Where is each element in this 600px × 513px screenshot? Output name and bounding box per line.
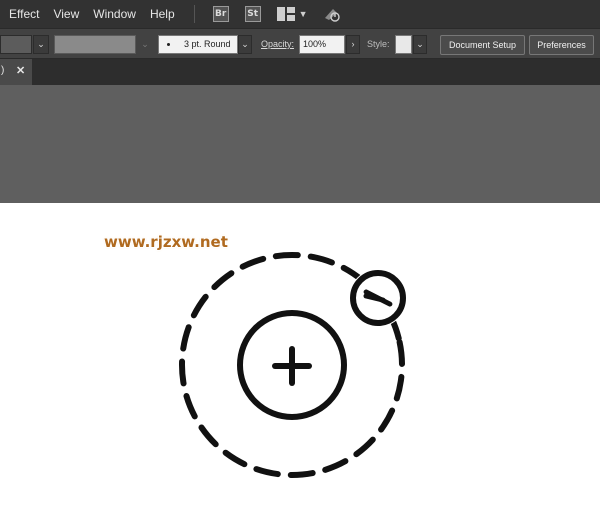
menu-view[interactable]: View bbox=[46, 0, 86, 28]
arrange-documents-icon[interactable] bbox=[276, 7, 295, 21]
pasteboard[interactable] bbox=[0, 85, 600, 203]
sync-icon[interactable] bbox=[322, 6, 340, 22]
style-dropdown[interactable]: ⌄ bbox=[413, 35, 427, 54]
style-label: Style: bbox=[367, 39, 390, 49]
menu-help[interactable]: Help bbox=[143, 0, 182, 28]
opacity-arrow-button[interactable]: › bbox=[346, 35, 360, 54]
stroke-profile-field[interactable]: 3 pt. Round bbox=[158, 35, 238, 54]
chevron-down-icon[interactable]: ▼ bbox=[299, 9, 308, 19]
opacity-label[interactable]: Opacity: bbox=[261, 35, 294, 54]
bridge-icon[interactable]: Br bbox=[212, 6, 229, 22]
stock-icon[interactable]: St bbox=[244, 6, 261, 22]
menu-divider bbox=[193, 5, 195, 23]
menu-window[interactable]: Window bbox=[86, 0, 143, 28]
stroke-weight-dropdown[interactable]: ⌄ bbox=[138, 35, 152, 54]
artwork[interactable] bbox=[0, 203, 600, 513]
stroke-profile-value: 3 pt. Round bbox=[184, 39, 231, 49]
close-icon[interactable]: ✕ bbox=[16, 64, 25, 77]
document-tab-label: ) bbox=[1, 65, 5, 76]
brush-dot-icon bbox=[167, 43, 170, 46]
document-tab-bar: ) ✕ bbox=[0, 59, 600, 85]
stroke-profile-dropdown[interactable]: ⌄ bbox=[238, 35, 252, 54]
style-swatch[interactable] bbox=[395, 35, 412, 54]
opacity-input[interactable]: 100% bbox=[299, 35, 345, 54]
watermark-text: www.rjzxw.net bbox=[104, 233, 228, 251]
menu-effect[interactable]: Effect bbox=[0, 0, 46, 28]
document-setup-button[interactable]: Document Setup bbox=[440, 35, 525, 55]
control-bar: ⌄ ⌄ 3 pt. Round ⌄ Opacity: 100% › Style:… bbox=[0, 28, 600, 59]
fill-swatch[interactable] bbox=[0, 35, 32, 54]
stroke-weight-field[interactable] bbox=[54, 35, 136, 54]
menu-bar: Effect View Window Help Br St ▼ bbox=[0, 0, 600, 28]
fill-dropdown-button[interactable]: ⌄ bbox=[33, 35, 49, 54]
preferences-button[interactable]: Preferences bbox=[529, 35, 594, 55]
document-tab[interactable]: ) ✕ bbox=[0, 59, 32, 85]
